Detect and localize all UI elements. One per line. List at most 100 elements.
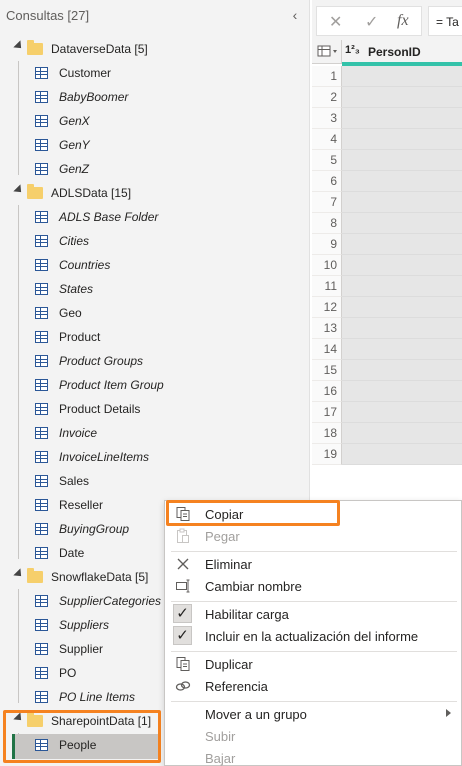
query-item[interactable]: GenX (0, 109, 310, 133)
confirm-icon[interactable]: ✓ (365, 12, 378, 32)
row-number[interactable]: 4 (312, 129, 342, 150)
cancel-icon[interactable]: ✕ (329, 12, 342, 32)
query-item-label: Sales (59, 474, 90, 488)
query-item[interactable]: States (0, 277, 310, 301)
row-number[interactable]: 8 (312, 213, 342, 234)
grid-cell[interactable] (342, 108, 462, 129)
row-number[interactable]: 9 (312, 234, 342, 255)
row-number[interactable]: 19 (312, 444, 342, 465)
query-group[interactable]: DataverseData [5] (0, 37, 310, 61)
expand-triangle-icon[interactable] (13, 40, 25, 52)
query-item[interactable]: Product Item Group (0, 373, 310, 397)
query-item[interactable]: Geo (0, 301, 310, 325)
grid-corner-button[interactable] (312, 40, 342, 64)
menu-separator (171, 601, 457, 602)
row-number[interactable]: 17 (312, 402, 342, 423)
grid-cell[interactable] (342, 297, 462, 318)
grid-cell[interactable] (342, 381, 462, 402)
query-item-label: BabyBoomer (59, 90, 129, 104)
row-number[interactable]: 12 (312, 297, 342, 318)
query-item[interactable]: Customer (0, 61, 310, 85)
menu-item-include-refresh[interactable]: ✓ Incluir en la actualización del inform… (165, 625, 461, 647)
row-number[interactable]: 16 (312, 381, 342, 402)
grid-cell[interactable] (342, 87, 462, 108)
queries-title: Consultas [27] (6, 8, 90, 23)
expand-triangle-icon[interactable] (13, 184, 25, 196)
menu-item-reference[interactable]: Referencia (165, 675, 461, 697)
query-group-label: ADLSData [15] (51, 186, 132, 200)
query-item[interactable]: InvoiceLineItems (0, 445, 310, 469)
row-number[interactable]: 5 (312, 150, 342, 171)
highlight-box-copy (166, 500, 340, 526)
table-icon (35, 427, 48, 439)
grid-cell[interactable] (342, 66, 462, 87)
row-number[interactable]: 14 (312, 339, 342, 360)
query-item[interactable]: Invoice (0, 421, 310, 445)
query-item[interactable]: GenY (0, 133, 310, 157)
row-number[interactable]: 15 (312, 360, 342, 381)
column-header-personid[interactable]: 1²₃ PersonID (342, 40, 462, 64)
query-item[interactable]: GenZ (0, 157, 310, 181)
table-icon (35, 547, 48, 559)
table-icon (35, 619, 48, 631)
menu-item-delete[interactable]: Eliminar (165, 553, 461, 575)
grid-cell[interactable] (342, 402, 462, 423)
formula-input[interactable]: = Ta (428, 6, 462, 36)
grid-cell[interactable] (342, 171, 462, 192)
grid-cell[interactable] (342, 276, 462, 297)
grid-cell[interactable] (342, 213, 462, 234)
query-item[interactable]: Product (0, 325, 310, 349)
grid-cell[interactable] (342, 423, 462, 444)
table-icon (35, 379, 48, 391)
query-item[interactable]: Sales (0, 469, 310, 493)
grid-cell[interactable] (342, 255, 462, 276)
collapse-pane-button[interactable]: ‹ (287, 6, 303, 24)
query-group[interactable]: ADLSData [15] (0, 181, 310, 205)
fx-icon[interactable]: fx (397, 12, 409, 30)
query-item[interactable]: Countries (0, 253, 310, 277)
tree-guide-line (18, 205, 19, 559)
menu-item-move-up[interactable]: Subir (165, 725, 461, 747)
row-number[interactable]: 7 (312, 192, 342, 213)
grid-cell[interactable] (342, 129, 462, 150)
query-item[interactable]: Product Groups (0, 349, 310, 373)
row-number[interactable]: 13 (312, 318, 342, 339)
menu-item-enable-load[interactable]: ✓ Habilitar carga (165, 603, 461, 625)
grid-cell[interactable] (342, 339, 462, 360)
grid-cell[interactable] (342, 360, 462, 381)
tree-guide-line (18, 61, 19, 175)
row-number[interactable]: 10 (312, 255, 342, 276)
table-icon (35, 307, 48, 319)
query-item-label: Geo (59, 306, 82, 320)
row-number[interactable]: 1 (312, 66, 342, 87)
row-number[interactable]: 2 (312, 87, 342, 108)
query-item-label: PO Line Items (59, 690, 136, 704)
menu-item-rename[interactable]: Cambiar nombre (165, 575, 461, 597)
menu-item-paste[interactable]: Pegar (165, 525, 461, 547)
grid-cell[interactable] (342, 318, 462, 339)
table-icon (35, 403, 48, 415)
menu-item-move-to-group[interactable]: Mover a un grupo (165, 703, 461, 725)
whole-number-type-icon[interactable]: 1²₃ (345, 44, 360, 56)
row-number[interactable]: 18 (312, 423, 342, 444)
menu-item-move-down[interactable]: Bajar (165, 747, 461, 766)
menu-item-duplicate[interactable]: Duplicar (165, 653, 461, 675)
menu-label-duplicate: Duplicar (205, 657, 253, 672)
grid-cell[interactable] (342, 444, 462, 465)
row-number[interactable]: 6 (312, 171, 342, 192)
row-number[interactable]: 11 (312, 276, 342, 297)
query-item[interactable]: ADLS Base Folder (0, 205, 310, 229)
grid-cell[interactable] (342, 234, 462, 255)
row-number[interactable]: 3 (312, 108, 342, 129)
grid-cell[interactable] (342, 192, 462, 213)
context-menu: Copiar Pegar Eliminar Cambiar nombre ✓ H… (164, 500, 462, 766)
folder-icon (27, 184, 43, 199)
table-icon (35, 283, 48, 295)
query-group-label: DataverseData [5] (51, 42, 148, 56)
expand-triangle-icon[interactable] (13, 568, 25, 580)
grid-cell[interactable] (342, 150, 462, 171)
query-item-label: Product Details (59, 402, 141, 416)
query-item[interactable]: Cities (0, 229, 310, 253)
query-item[interactable]: BabyBoomer (0, 85, 310, 109)
query-item[interactable]: Product Details (0, 397, 310, 421)
